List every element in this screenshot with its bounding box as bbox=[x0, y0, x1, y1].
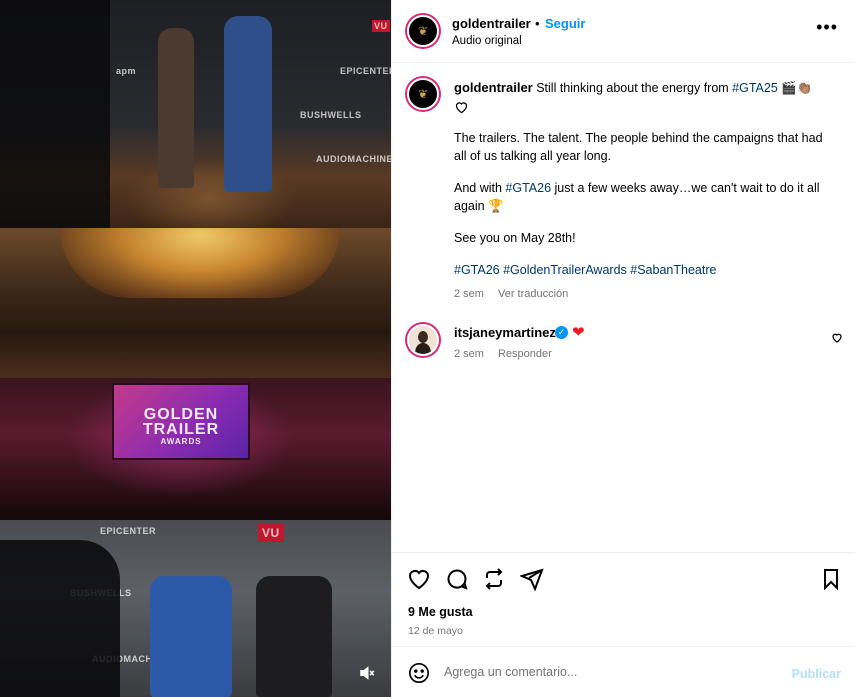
backdrop-logo: AUDIOMACHINE bbox=[316, 154, 391, 164]
caption-line: Still thinking about the energy from bbox=[532, 81, 733, 95]
heart-icon[interactable] bbox=[407, 567, 431, 591]
caption-emoji: 🎬👏🏽 bbox=[777, 81, 813, 95]
hashtag-link[interactable]: #GTA26 bbox=[505, 181, 551, 195]
hashtag-link[interactable]: #GTA25 bbox=[732, 81, 778, 95]
comment-item: itsjaneymartinez ✓ ❤ 2 sem Responder bbox=[392, 318, 855, 378]
translate-link[interactable]: Ver traducción bbox=[498, 288, 568, 300]
author-username[interactable]: goldentrailer bbox=[452, 16, 531, 31]
interviewer-figure bbox=[158, 28, 194, 188]
audio-label[interactable]: Audio original bbox=[452, 35, 522, 47]
separator-dot: • bbox=[535, 16, 540, 31]
emoji-icon[interactable] bbox=[408, 662, 430, 684]
caption-paragraph: The trailers. The talent. The people beh… bbox=[454, 131, 823, 163]
bookmark-icon[interactable] bbox=[819, 567, 843, 591]
post-media[interactable]: EPICENTER VU BUSHWELLS apm AUDIOMACHINE … bbox=[0, 0, 391, 697]
backdrop-logo: EPICENTER bbox=[100, 526, 157, 536]
golden-trailer-logo-icon: ❦ bbox=[417, 87, 429, 101]
caption-username[interactable]: goldentrailer bbox=[454, 80, 533, 95]
red-carpet-photo: EPICENTER VU BUSHWELLS apm AUDIOMACHINE bbox=[0, 0, 391, 228]
comment-input[interactable] bbox=[444, 660, 774, 684]
guest-figure bbox=[256, 576, 332, 697]
post-details-panel: ❦ goldentrailer • Seguir Audio original … bbox=[391, 0, 855, 697]
hashtag-link[interactable]: #GTA26 bbox=[454, 263, 500, 277]
comment-time[interactable]: 2 sem bbox=[454, 348, 484, 360]
screen-line: GOLDEN bbox=[143, 406, 219, 423]
stage-screen: GOLDEN TRAILER AWARDS bbox=[112, 383, 250, 460]
hashtag-link[interactable]: #GoldenTrailerAwards bbox=[503, 263, 627, 277]
likes-count[interactable]: 9 Me gusta bbox=[408, 605, 473, 619]
camera-silhouette bbox=[0, 540, 120, 697]
caption-paragraph: And with #GTA26 just a few weeks away…we… bbox=[454, 179, 832, 215]
send-icon[interactable] bbox=[520, 567, 544, 591]
hashtag-link[interactable]: #SabanTheatre bbox=[630, 263, 716, 277]
more-options-icon[interactable]: ••• bbox=[816, 18, 838, 36]
comment-like-heart-icon[interactable] bbox=[831, 332, 843, 343]
host-figure bbox=[150, 576, 232, 697]
commenter-username[interactable]: itsjaneymartinez bbox=[454, 325, 556, 340]
camera-silhouette bbox=[0, 0, 110, 228]
backdrop-logo: BUSHWELLS bbox=[300, 110, 362, 120]
screen-line: AWARDS bbox=[160, 437, 202, 446]
user-photo-icon bbox=[409, 326, 437, 354]
comment-meta: 2 sem Responder bbox=[454, 348, 566, 360]
caption-meta: 2 sem Ver traducción bbox=[454, 285, 832, 303]
interview-photo: EPICENTER VU BUSHWELLS AUDIOMACHINE bbox=[0, 520, 391, 697]
backdrop-logo: VU bbox=[372, 20, 390, 32]
speaker-muted-icon[interactable] bbox=[357, 664, 377, 684]
comment-icon[interactable] bbox=[445, 567, 469, 591]
publish-button[interactable]: Publicar bbox=[792, 667, 841, 681]
avatar[interactable] bbox=[407, 324, 439, 356]
theatre-ceiling-photo bbox=[0, 228, 391, 378]
follow-button[interactable]: Seguir bbox=[545, 16, 585, 31]
post-header: ❦ goldentrailer • Seguir Audio original … bbox=[392, 0, 855, 63]
avatar[interactable]: ❦ bbox=[407, 78, 439, 110]
backdrop-logo: apm bbox=[116, 66, 137, 76]
hashtag-list: #GTA26 #GoldenTrailerAwards #SabanTheatr… bbox=[454, 261, 832, 279]
ceiling-dome bbox=[60, 228, 340, 298]
golden-trailer-logo-icon: ❦ bbox=[417, 24, 429, 38]
backdrop-logo: VU bbox=[258, 524, 284, 542]
interviewee-figure bbox=[224, 16, 272, 192]
caption-text-part: And with bbox=[454, 181, 506, 195]
screen-line: TRAILER bbox=[142, 421, 220, 438]
comment-text: ❤ bbox=[572, 324, 585, 341]
backdrop-logo: EPICENTER bbox=[340, 66, 391, 76]
repost-icon[interactable] bbox=[482, 567, 506, 591]
reply-button[interactable]: Responder bbox=[498, 348, 552, 360]
add-comment-bar: Publicar bbox=[392, 646, 855, 697]
post-date[interactable]: 12 de mayo bbox=[408, 625, 463, 637]
caption-text: goldentrailer Still thinking about the e… bbox=[454, 79, 832, 303]
avatar[interactable]: ❦ bbox=[407, 15, 439, 47]
caption-time[interactable]: 2 sem bbox=[454, 288, 484, 300]
post-actions: 9 Me gusta 12 de mayo bbox=[392, 552, 855, 646]
caption-area: ❦ goldentrailer Still thinking about the… bbox=[392, 63, 855, 551]
caption-paragraph: See you on May 28th! bbox=[454, 231, 576, 245]
verified-badge-icon: ✓ bbox=[555, 326, 568, 339]
heart-outline-icon bbox=[455, 102, 468, 114]
